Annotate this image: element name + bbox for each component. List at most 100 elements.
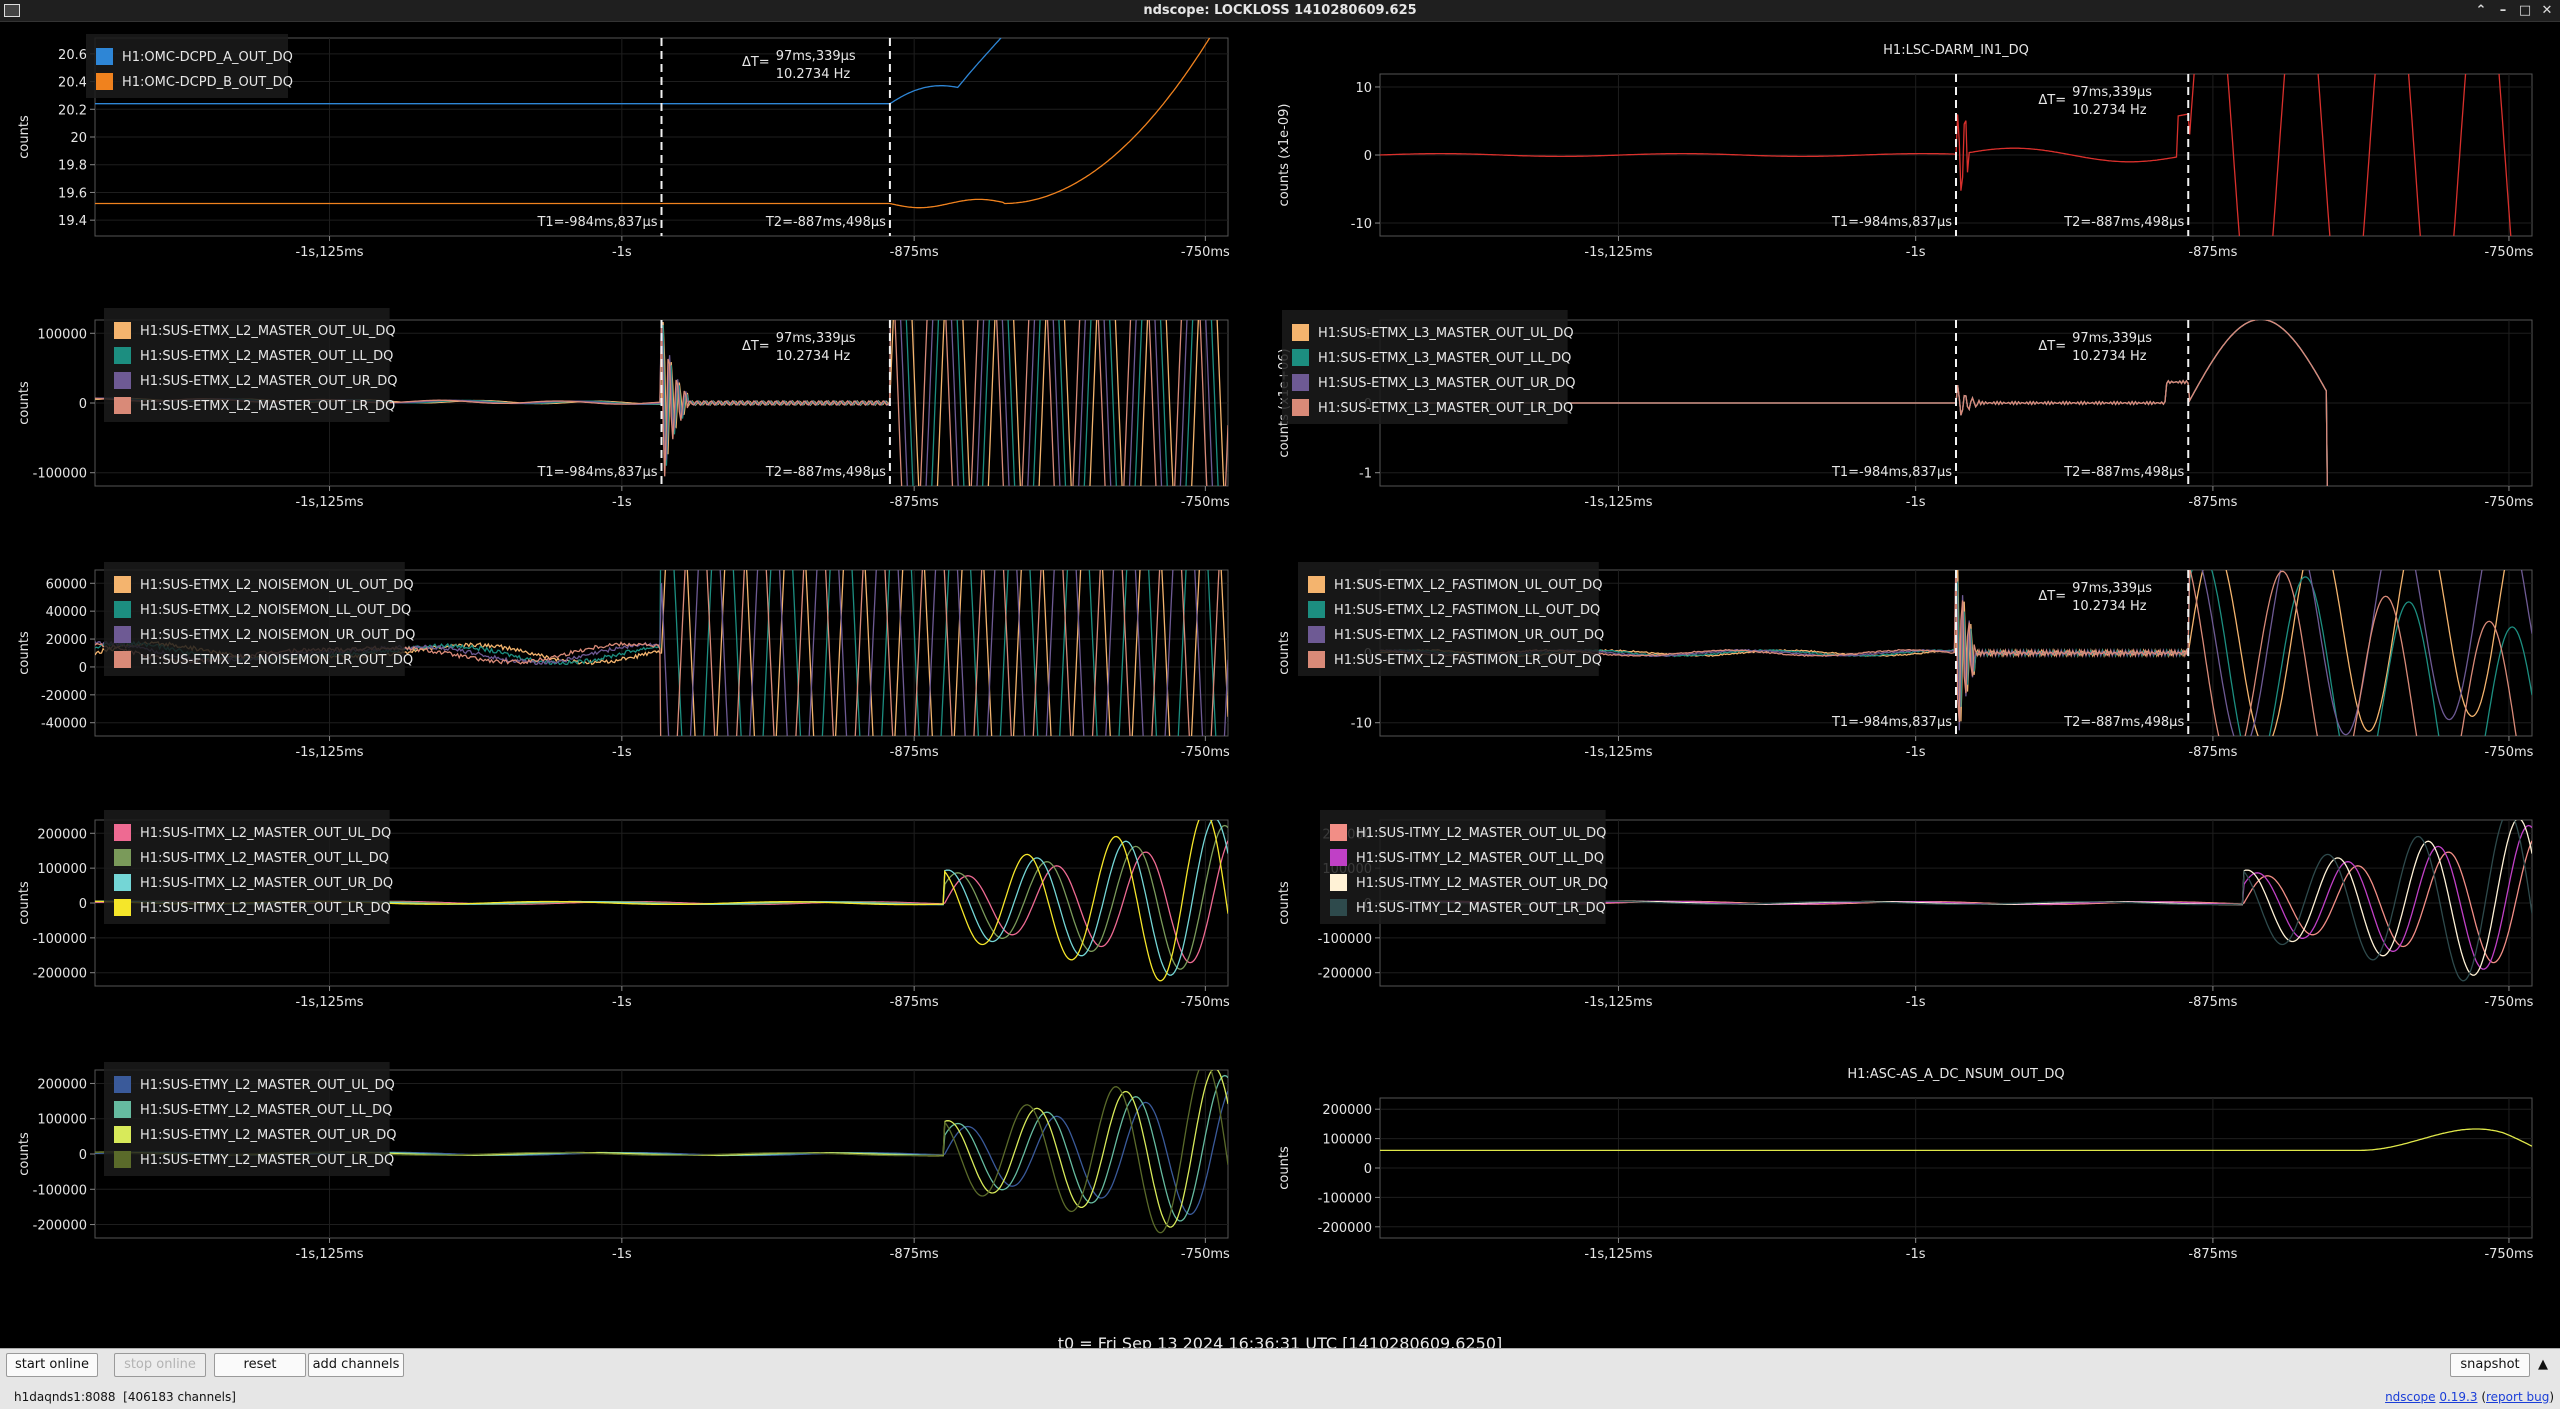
x-tick-label: -1s,125ms xyxy=(1584,495,1652,510)
delta-t-prefix: ΔT= xyxy=(2038,589,2066,604)
legend-swatch[interactable] xyxy=(114,626,131,643)
legend-swatch[interactable] xyxy=(114,899,131,916)
plot-svg: -1s,125ms -1s -875ms -750ms 200000 100000 0 -10… xyxy=(17,1062,1230,1262)
plot-panel-etmx-l2-master[interactable]: -1s,125ms -1s -875ms -750ms 100000 0 -100000 co… xyxy=(0,272,1240,522)
legend-swatch[interactable] xyxy=(114,1076,131,1093)
legend-swatch[interactable] xyxy=(114,322,131,339)
legend-swatch[interactable] xyxy=(1308,601,1325,618)
legend-entry: H1:SUS-ITMX_L2_MASTER_OUT_UL_DQ xyxy=(140,826,391,841)
cursor-t1-label: T1=-984ms,837μs xyxy=(1831,465,1952,480)
y-tick-label: 0 xyxy=(1364,1162,1372,1177)
y-tick-label: -100000 xyxy=(33,467,87,482)
legend-swatch[interactable] xyxy=(114,849,131,866)
y-tick-label: 100000 xyxy=(37,327,87,342)
plot-panel-itmy-l2-master[interactable]: -1s,125ms-1s-875ms-750ms2000001000000-10… xyxy=(1260,772,2560,1022)
legend-entry: H1:SUS-ETMY_L2_MASTER_OUT_UL_DQ xyxy=(140,1078,395,1093)
legend-swatch[interactable] xyxy=(1308,626,1325,643)
legend-swatch[interactable] xyxy=(96,73,113,90)
y-tick-label: -200000 xyxy=(33,1219,87,1234)
legend-swatch[interactable] xyxy=(1292,399,1309,416)
y-tick-label: 100000 xyxy=(37,862,87,877)
legend-swatch[interactable] xyxy=(1292,374,1309,391)
plot-panel-omc-dcpd[interactable]: -1s,125ms -1s -875ms -750ms 20.6 20.4 20.2 20 19… xyxy=(0,22,1240,272)
legend-swatch[interactable] xyxy=(114,347,131,364)
delta-t-prefix: ΔT= xyxy=(742,339,770,354)
chevron-up-icon[interactable]: ⌃ xyxy=(2472,2,2490,20)
legend-swatch[interactable] xyxy=(114,1151,131,1168)
legend-swatch[interactable] xyxy=(114,824,131,841)
plot-title: H1:ASC-AS_A_DC_NSUM_OUT_DQ xyxy=(1847,1067,2064,1082)
y-tick-label: 20000 xyxy=(46,633,87,648)
legend-swatch[interactable] xyxy=(96,48,113,65)
plot-panel-etmx-l3-master[interactable]: -1s,125ms-1s-875ms-750ms10-1counts (x1e+… xyxy=(1260,272,2560,522)
y-axis-label: counts xyxy=(17,881,32,925)
legend-swatch[interactable] xyxy=(1292,349,1309,366)
maximize-icon[interactable]: □ xyxy=(2516,2,2534,20)
y-tick-label: -10 xyxy=(1351,717,1372,732)
x-tick-label: -875ms xyxy=(2188,1247,2237,1262)
cursor-t1-label: T1=-984ms,837μs xyxy=(1831,215,1952,230)
add-channels-button[interactable]: add channels xyxy=(308,1353,404,1377)
legend-swatch[interactable] xyxy=(1330,874,1347,891)
y-tick-label: -100000 xyxy=(1318,932,1372,947)
legend-swatch[interactable] xyxy=(114,1101,131,1118)
legend-swatch[interactable] xyxy=(1308,651,1325,668)
legend-swatch[interactable] xyxy=(114,1126,131,1143)
x-tick-label: -750ms xyxy=(1181,245,1230,260)
plot-panel-itmx-l2-master[interactable]: -1s,125ms -1s -875ms -750ms 200000 100000 0 -10… xyxy=(0,772,1240,1022)
plot-panel-lsc-darm[interactable]: -1s,125ms -1s -875ms -750ms 10 0 -10 counts (x1… xyxy=(1260,22,2560,272)
plot-panel-etmx-l2-fastimon[interactable]: -1s,125ms-1s-875ms-750ms100-10countsT1=-… xyxy=(1260,522,2560,772)
legend-swatch[interactable] xyxy=(1330,899,1347,916)
plot-panel-etmx-l2-noisemon[interactable]: -1s,125ms -1s -875ms -750ms 60000 40000 20000 0… xyxy=(0,522,1240,772)
plot-panel-etmy-l2-master[interactable]: -1s,125ms -1s -875ms -750ms 200000 100000 0 -10… xyxy=(0,1022,1240,1282)
x-tick-label: -1s xyxy=(1906,245,1926,260)
menu-arrow-icon[interactable]: ▲ xyxy=(2538,1357,2548,1372)
stop-online-button: stop online xyxy=(114,1353,206,1377)
y-tick-label: -200000 xyxy=(1318,1221,1372,1236)
y-tick-label: 0 xyxy=(79,897,87,912)
y-tick-label: 19.8 xyxy=(58,159,87,174)
x-tick-label: -1s xyxy=(612,1247,632,1262)
version-link[interactable]: 0.19.3 xyxy=(2439,1390,2477,1404)
x-tick-label: -1s,125ms xyxy=(1584,1247,1652,1262)
cursor-t1-label: T1=-984ms,837μs xyxy=(536,215,657,230)
snapshot-button[interactable]: snapshot xyxy=(2450,1353,2530,1377)
legend-swatch[interactable] xyxy=(114,651,131,668)
legend-swatch[interactable] xyxy=(1330,824,1347,841)
cursor-t2-label: T2=-887ms,498μs xyxy=(765,215,886,230)
x-tick-label: -1s xyxy=(1906,495,1926,510)
x-tick-label: -1s,125ms xyxy=(295,1247,363,1262)
y-tick-label: 0 xyxy=(79,1148,87,1163)
x-tick-label: -1s,125ms xyxy=(1584,995,1652,1010)
plot-svg: -1s,125ms -1s -875ms -750ms 60000 40000 20000 0… xyxy=(17,562,1230,760)
legend-swatch[interactable] xyxy=(1292,324,1309,341)
legend-entry: H1:SUS-ETMY_L2_MASTER_OUT_UR_DQ xyxy=(140,1128,397,1143)
cursor-t2-label: T2=-887ms,498μs xyxy=(2063,215,2184,230)
legend-swatch[interactable] xyxy=(114,601,131,618)
legend-swatch[interactable] xyxy=(114,372,131,389)
reset-button[interactable]: reset xyxy=(214,1353,306,1377)
minimize-icon[interactable]: – xyxy=(2494,2,2512,20)
plot-panel-asc-nsum[interactable]: -1s,125ms -1s -875ms -750ms 200000 100000 0 -10… xyxy=(1260,1022,2560,1282)
legend-swatch[interactable] xyxy=(1330,849,1347,866)
y-tick-label: 20.2 xyxy=(58,103,87,118)
close-icon[interactable]: ✕ xyxy=(2538,2,2556,20)
y-tick-label: 10 xyxy=(1355,81,1372,96)
x-tick-label: -750ms xyxy=(1181,1247,1230,1262)
legend-swatch[interactable] xyxy=(114,874,131,891)
start-online-button[interactable]: start online xyxy=(6,1353,98,1377)
x-tick-label: -1s,125ms xyxy=(1584,745,1652,760)
ndscope-link[interactable]: ndscope xyxy=(2385,1390,2435,1404)
x-tick-label: -875ms xyxy=(2188,495,2237,510)
legend-swatch[interactable] xyxy=(114,397,131,414)
report-bug-link[interactable]: report bug xyxy=(2486,1390,2549,1404)
legend-swatch[interactable] xyxy=(114,576,131,593)
x-tick-label: -1s,125ms xyxy=(1584,245,1652,260)
plot-svg: -1s,125ms -1s -875ms -750ms 100000 0 -100000 co… xyxy=(17,308,1230,510)
legend-swatch[interactable] xyxy=(1308,576,1325,593)
legend-entry: H1:SUS-ITMY_L2_MASTER_OUT_UL_DQ xyxy=(1356,826,1606,841)
x-tick-label: -1s xyxy=(1906,745,1926,760)
y-axis-label: counts xyxy=(1277,631,1292,675)
delta-t-prefix: ΔT= xyxy=(2038,93,2066,108)
y-tick-label: 200000 xyxy=(37,1077,87,1092)
